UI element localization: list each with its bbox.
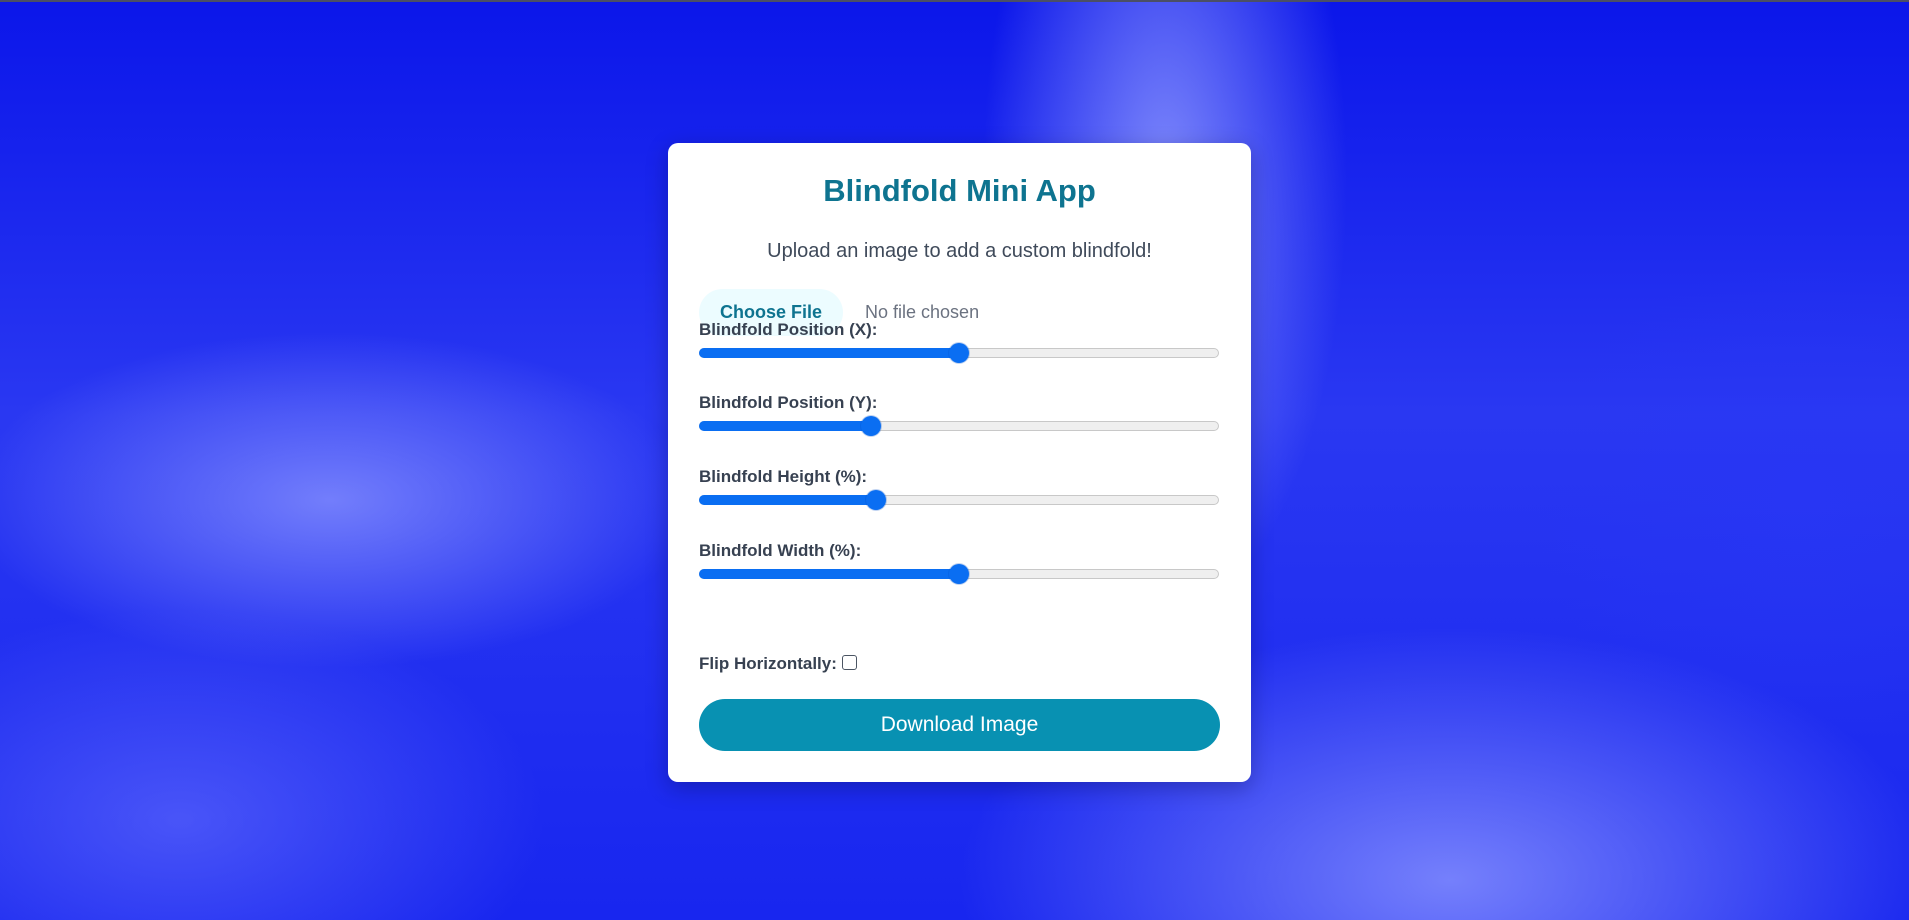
app-card: Blindfold Mini App Upload an image to ad… (668, 143, 1251, 782)
slider-thumb[interactable] (866, 490, 886, 510)
width-control: Blindfold Width (%): (699, 540, 1219, 584)
app-subtitle: Upload an image to add a custom blindfol… (767, 240, 1152, 262)
slider-fill (699, 348, 959, 358)
download-image-button[interactable]: Download Image (699, 699, 1220, 751)
position-x-slider[interactable] (699, 343, 1219, 363)
flip-label: Flip Horizontally: (699, 654, 837, 673)
position-y-label: Blindfold Position (Y): (699, 393, 878, 412)
width-label: Blindfold Width (%): (699, 541, 862, 560)
slider-fill (699, 495, 876, 505)
height-slider[interactable] (699, 490, 1219, 510)
position-y-control: Blindfold Position (Y): (699, 392, 1219, 436)
flip-row: Flip Horizontally: (699, 654, 857, 674)
position-x-control: Blindfold Position (X): (699, 319, 1219, 363)
flip-checkbox[interactable] (841, 654, 857, 670)
slider-thumb[interactable] (949, 564, 969, 584)
position-y-slider[interactable] (699, 416, 1219, 436)
app-title: Blindfold Mini App (823, 173, 1096, 208)
width-slider[interactable] (699, 564, 1219, 584)
height-label: Blindfold Height (%): (699, 467, 868, 486)
slider-fill (699, 569, 959, 579)
slider-thumb[interactable] (861, 416, 881, 436)
height-control: Blindfold Height (%): (699, 466, 1219, 510)
slider-thumb[interactable] (949, 343, 969, 363)
position-x-label: Blindfold Position (X): (699, 320, 878, 339)
window-top-border (0, 0, 1909, 2)
slider-fill (699, 421, 871, 431)
